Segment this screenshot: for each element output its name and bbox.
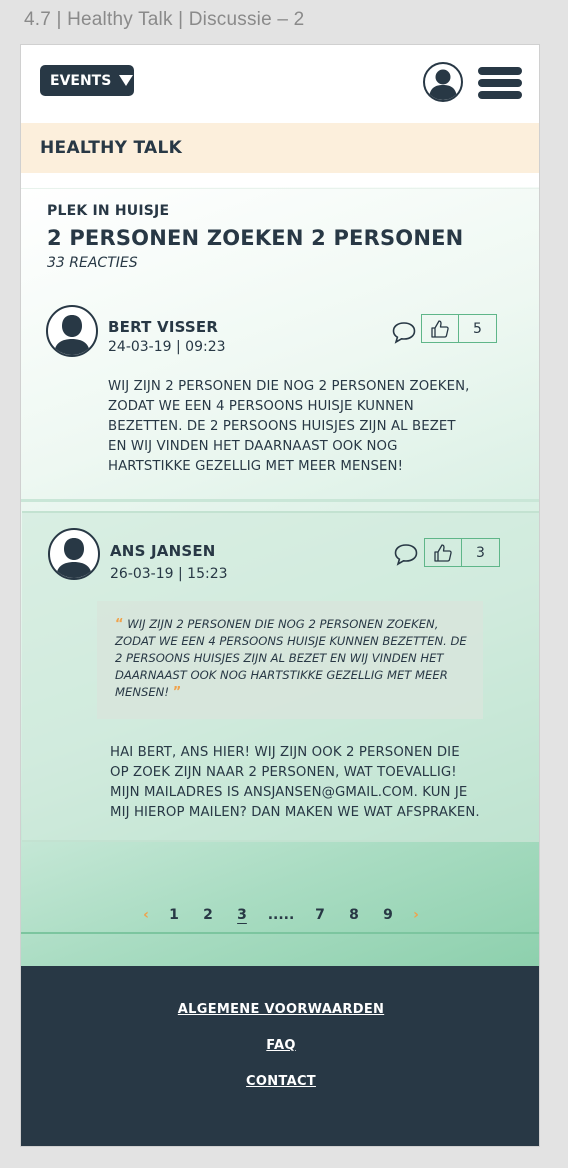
caret-down-icon — [119, 75, 134, 86]
like-count: 3 — [476, 544, 485, 561]
prev-page-icon[interactable]: ‹ — [135, 907, 157, 923]
like-button[interactable] — [425, 539, 462, 566]
post-author[interactable]: BERT VISSER — [108, 318, 218, 336]
footer-link-terms[interactable]: ALGEMENE VOORWAARDEN — [21, 1002, 539, 1017]
footer-link-contact[interactable]: CONTACT — [21, 1074, 539, 1089]
post-author[interactable]: ANS JANSEN — [110, 542, 216, 560]
current-page[interactable]: 3 — [225, 907, 259, 923]
page-ellipsis: ..... — [267, 907, 295, 923]
user-avatar-icon[interactable] — [423, 62, 463, 102]
open-quote-icon: “ — [115, 617, 124, 632]
footer-link-faq[interactable]: FAQ — [21, 1038, 539, 1053]
section-header: HEALTHY TALK — [21, 123, 539, 173]
thumbs-up-icon — [431, 319, 449, 338]
post-date: 26-03-19 | 15:23 — [110, 566, 228, 582]
like-count: 5 — [473, 320, 482, 337]
like-button[interactable] — [422, 315, 459, 342]
topic-title: 2 PERSONEN ZOEKEN 2 PERSONEN — [47, 226, 464, 250]
post-date: 24-03-19 | 09:23 — [108, 339, 226, 355]
events-dropdown-button[interactable]: EVENTS — [40, 65, 134, 96]
page-link[interactable]: 8 — [337, 907, 371, 923]
close-quote-icon: ” — [172, 685, 182, 700]
like-widget: 3 — [424, 538, 500, 567]
page-link[interactable]: 7 — [303, 907, 337, 923]
thumbs-up-icon — [434, 543, 452, 562]
page-link[interactable]: 2 — [191, 907, 225, 923]
like-widget: 5 — [421, 314, 497, 343]
reaction-count: 33 REACTIES — [47, 255, 138, 271]
author-avatar-icon[interactable] — [46, 305, 98, 357]
pagination: ‹ 1 2 3 ..... 7 8 9 › — [21, 900, 539, 930]
quote-body: Wij zijn 2 personen die nog 2 personen z… — [115, 617, 467, 699]
page-link[interactable]: 1 — [157, 907, 191, 923]
post-body: Wij zijn 2 personen die nog 2 personen z… — [108, 379, 470, 474]
hamburger-menu-icon[interactable] — [478, 67, 522, 99]
page-link[interactable]: 9 — [371, 907, 405, 923]
post-body: Hai Bert, Ans hier! Wij zijn ook 2 perso… — [110, 745, 480, 820]
reply-icon[interactable] — [391, 320, 417, 344]
events-label: EVENTS — [50, 72, 112, 89]
phone-screen: EVENTS HEALTHY TALK PLEK IN HUISJE 2 PER… — [20, 44, 540, 1147]
next-page-icon[interactable]: › — [405, 907, 427, 923]
divider — [21, 932, 539, 934]
quote-text: “ Wij zijn 2 personen die nog 2 personen… — [115, 616, 469, 701]
topic-category: PLEK IN HUISJE — [47, 203, 170, 219]
author-avatar-icon[interactable] — [48, 528, 100, 580]
footer: ALGEMENE VOORWAARDEN FAQ CONTACT — [21, 966, 539, 1146]
artboard-title: 4.7 | Healthy Talk | Discussie – 2 — [24, 9, 305, 30]
section-title: HEALTHY TALK — [40, 138, 183, 158]
reply-icon[interactable] — [393, 542, 419, 566]
top-navigation: EVENTS — [21, 45, 539, 123]
quoted-post: “ Wij zijn 2 personen die nog 2 personen… — [97, 601, 483, 719]
